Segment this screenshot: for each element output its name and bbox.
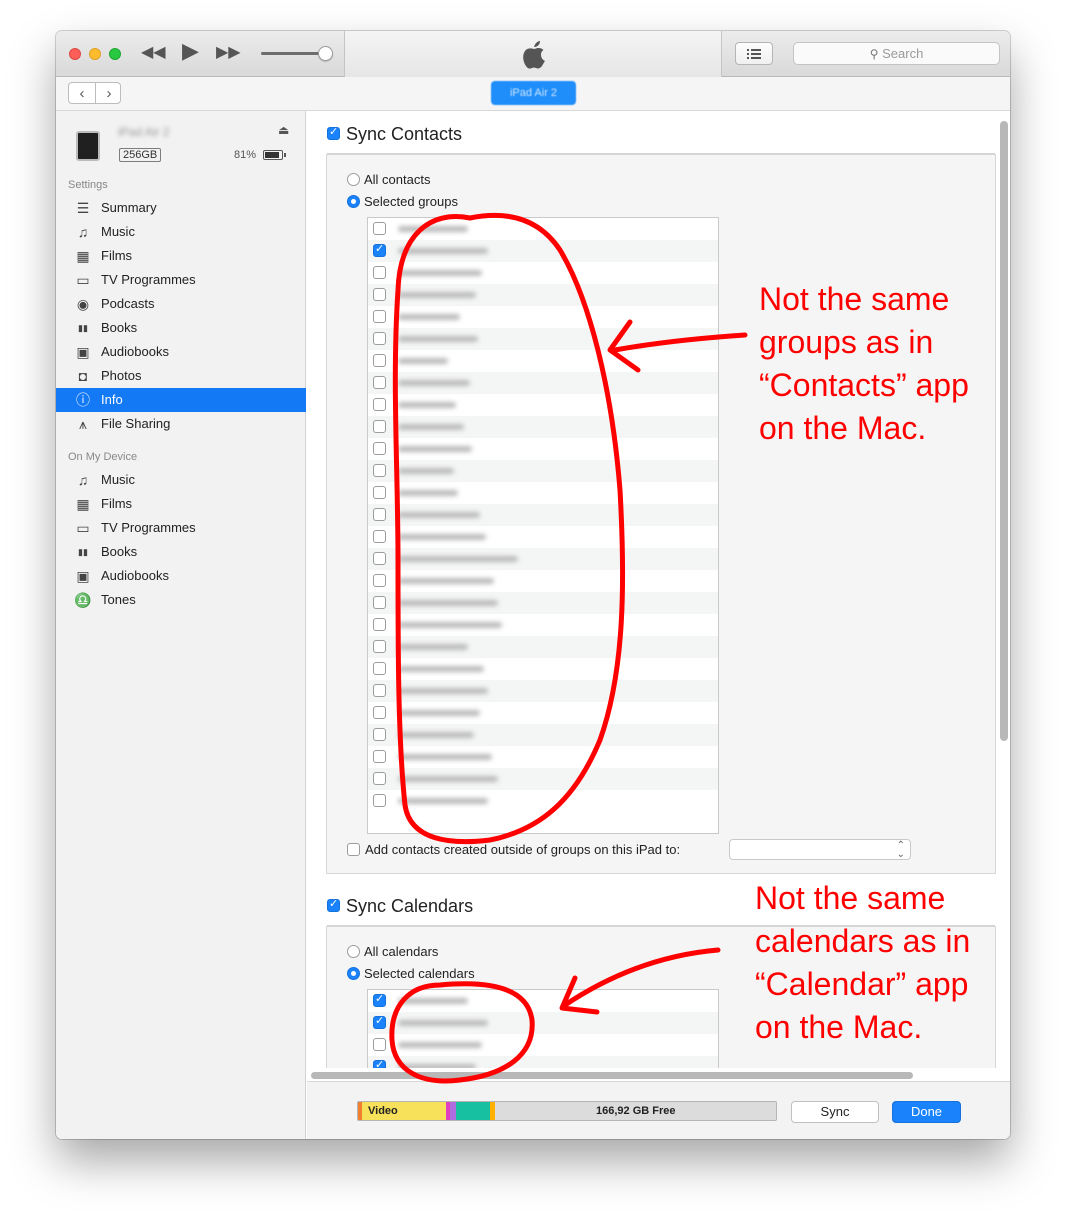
annotation-line: Not the same [755,880,946,916]
annotation-line: calendars as in [755,923,971,959]
calendars-list-circle-annotation [389,981,535,1084]
contacts-list-circle-annotation [392,212,626,845]
annotation-line: Not the same [759,281,950,317]
contacts-arrow-annotation [612,332,748,353]
annotation-line: on the Mac. [755,1009,923,1045]
annotation-line: “Calendar” app [755,966,969,1002]
annotation-line: on the Mac. [759,410,927,446]
calendars-annotation-text: Not the same calendars as in “Calendar” … [755,877,970,1049]
annotation-line: groups as in [759,324,934,360]
contacts-annotation-text: Not the same groups as in “Contacts” app… [759,278,969,450]
calendars-arrow-annotation [562,947,721,1008]
annotation-line: “Contacts” app [759,367,969,403]
